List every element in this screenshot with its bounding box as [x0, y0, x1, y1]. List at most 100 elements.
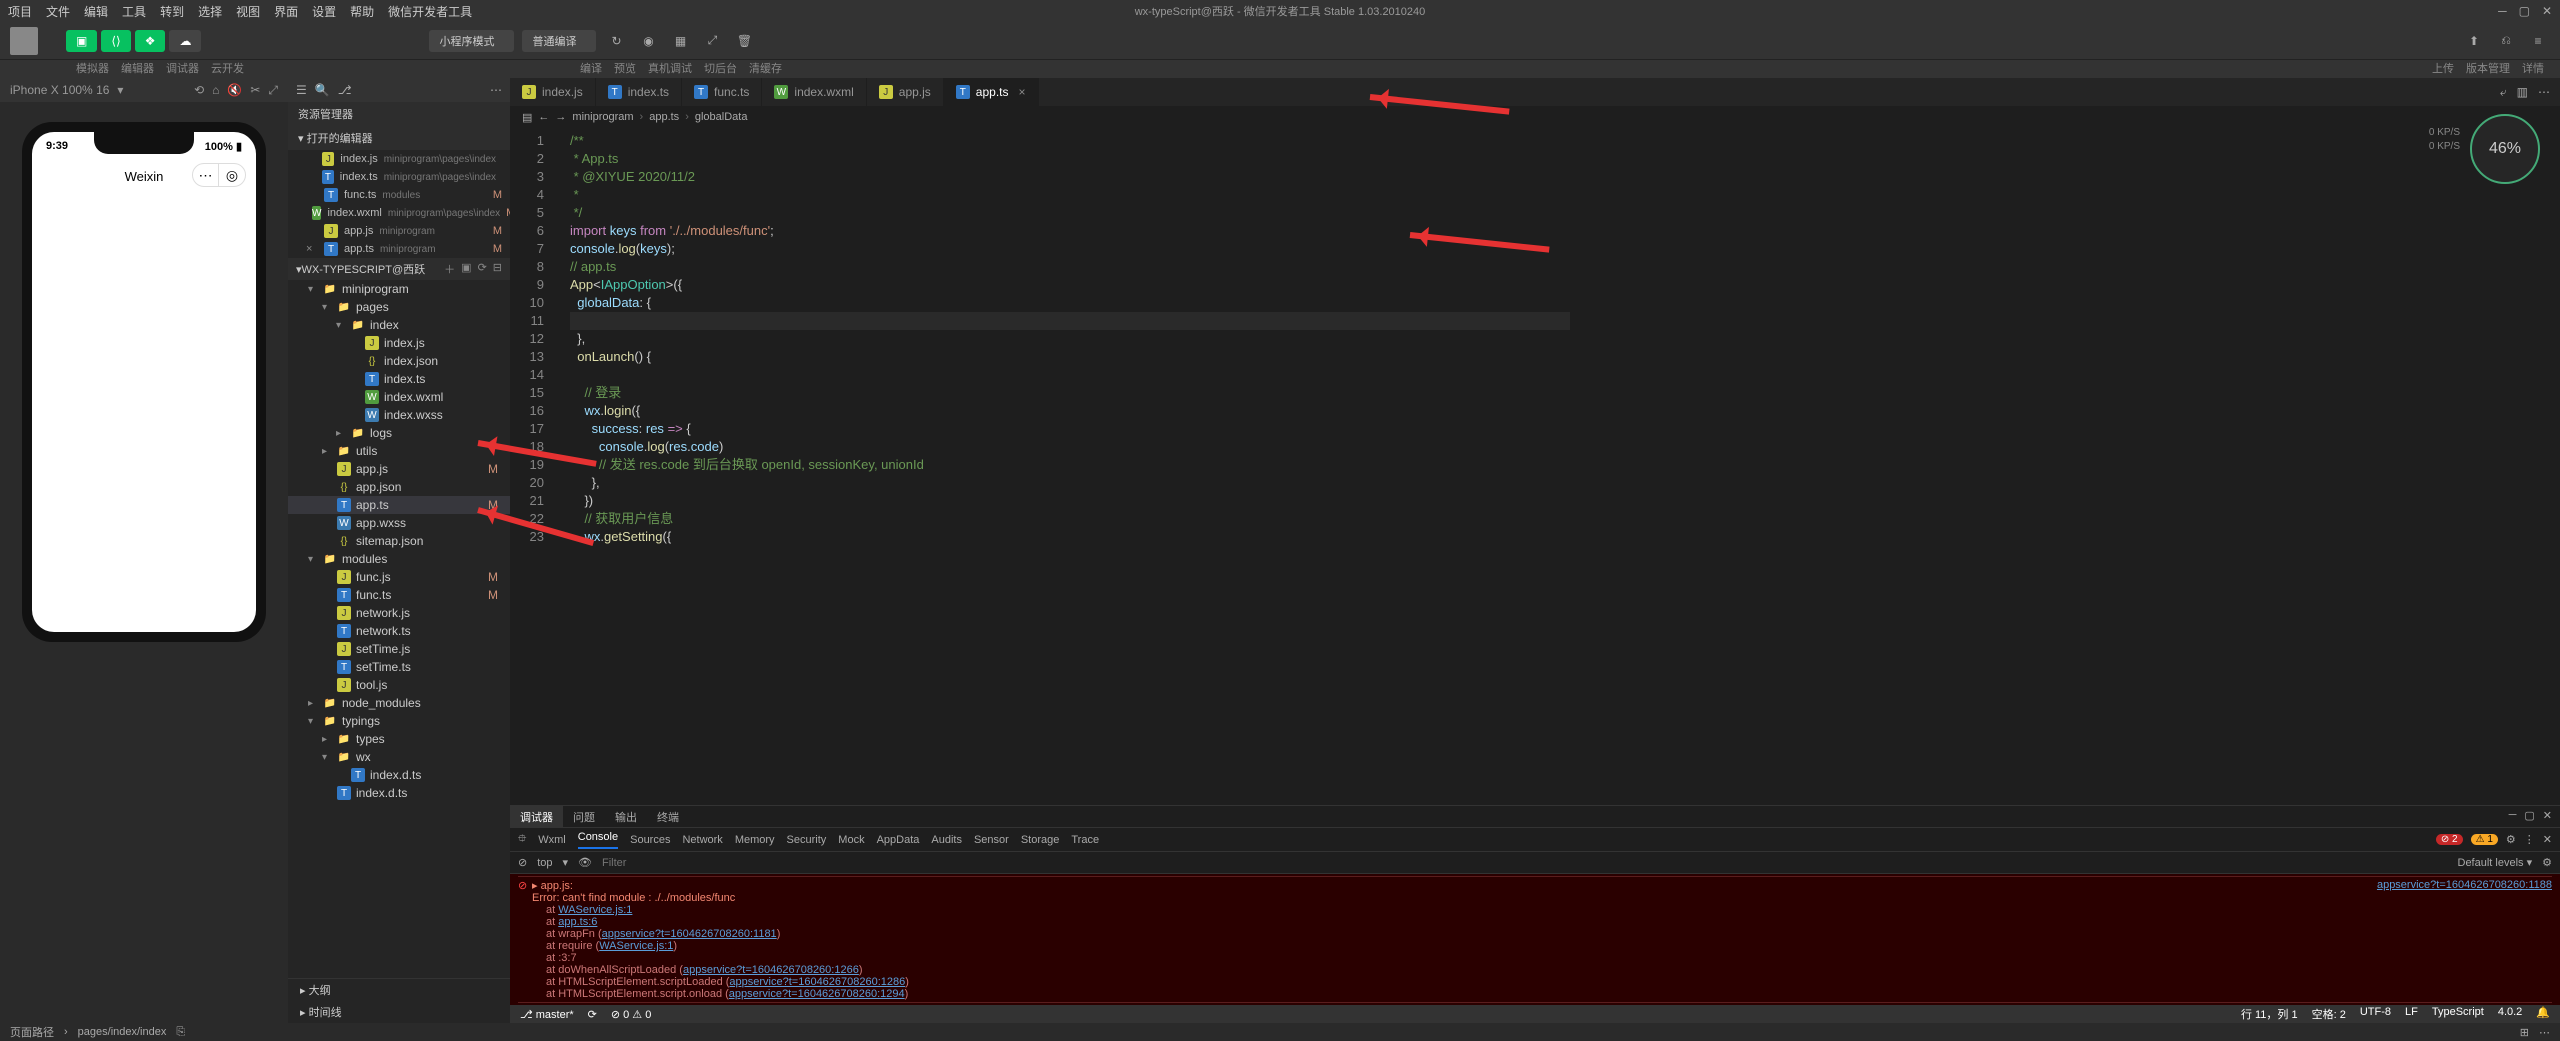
scene-icon[interactable]: ⊞	[2520, 1026, 2529, 1039]
new-file-icon[interactable]: ＋	[444, 261, 455, 277]
menu-icon[interactable]: ☰	[296, 83, 307, 97]
tree-item[interactable]: {}app.json	[288, 478, 510, 496]
copy-icon[interactable]: ⎘	[176, 1026, 185, 1039]
rotate-icon[interactable]: ⟲	[194, 83, 204, 97]
split-icon[interactable]: ▥	[2517, 85, 2528, 99]
open-editor-item[interactable]: ×Tapp.ts miniprogramM	[288, 240, 510, 258]
tree-item[interactable]: Jnetwork.js	[288, 604, 510, 622]
mode-dropdown[interactable]: 小程序模式	[429, 30, 514, 52]
git-sync[interactable]: ⟳	[588, 1008, 597, 1021]
mute-icon[interactable]: 🔇	[227, 83, 242, 97]
version-button[interactable]: ⎌	[2494, 29, 2518, 53]
open-editors-header[interactable]: ▾ 打开的编辑器	[288, 126, 510, 150]
menu-项目[interactable]: 项目	[8, 3, 32, 20]
compile-button[interactable]: ↻	[604, 29, 628, 53]
tree-item[interactable]: ▾📁pages	[288, 298, 510, 316]
devtools-subtab-Mock[interactable]: Mock	[838, 834, 864, 846]
tree-item[interactable]: ▾📁modules	[288, 550, 510, 568]
tree-item[interactable]: JsetTime.js	[288, 640, 510, 658]
minimize-icon[interactable]: ─	[2498, 4, 2507, 18]
eye-icon[interactable]: 👁	[578, 856, 592, 869]
close-icon[interactable]: ✕	[2542, 4, 2552, 18]
devtools-subtab-AppData[interactable]: AppData	[877, 834, 920, 846]
nav-fwd-icon[interactable]: →	[555, 111, 566, 123]
tab-app.js[interactable]: Japp.js	[867, 78, 944, 106]
console-output[interactable]: ⊘appservice?t=1604626708260:1188▸ app.js…	[510, 874, 2560, 1005]
devtools-tab-终端[interactable]: 终端	[647, 806, 689, 827]
tree-item[interactable]: Jfunc.jsM	[288, 568, 510, 586]
filter-input[interactable]	[602, 857, 744, 869]
menu-设置[interactable]: 设置	[312, 3, 336, 20]
remote-debug-button[interactable]: ▦	[668, 29, 692, 53]
refresh-icon[interactable]: ⟳	[478, 261, 487, 277]
more-icon[interactable]: ⋯	[490, 83, 502, 97]
devtools-subtab-Security[interactable]: Security	[787, 834, 827, 846]
git-branch[interactable]: ⎇ master*	[520, 1008, 574, 1021]
status-item[interactable]: TypeScript	[2432, 1006, 2484, 1022]
devtools-subtab-Memory[interactable]: Memory	[735, 834, 775, 846]
tree-item[interactable]: {}sitemap.json	[288, 532, 510, 550]
tree-item[interactable]: ▸📁node_modules	[288, 694, 510, 712]
error-count[interactable]: ⊘ 2	[2436, 834, 2463, 845]
capsule-close-icon[interactable]: ◎	[219, 164, 245, 186]
more-bottom-icon[interactable]: ⋯	[2539, 1026, 2550, 1039]
home-icon[interactable]: ⌂	[212, 83, 219, 97]
devtools-subtab-Sources[interactable]: Sources	[630, 834, 670, 846]
tree-item[interactable]: Windex.wxml	[288, 388, 510, 406]
inspect-icon[interactable]: ⯐	[518, 830, 526, 849]
context-dropdown[interactable]: top	[537, 857, 552, 869]
device-selector[interactable]: iPhone X 100% 16	[10, 83, 109, 97]
tab-app.ts[interactable]: Tapp.ts×	[944, 78, 1039, 106]
open-editor-item[interactable]: Jindex.js miniprogram\pages\index	[288, 150, 510, 168]
tree-item[interactable]: Tindex.d.ts	[288, 766, 510, 784]
menu-微信开发者工具[interactable]: 微信开发者工具	[388, 3, 472, 20]
devtools-tab-输出[interactable]: 输出	[605, 806, 647, 827]
path-value[interactable]: pages/index/index	[78, 1026, 167, 1038]
menu-帮助[interactable]: 帮助	[350, 3, 374, 20]
open-editor-item[interactable]: Tindex.ts miniprogram\pages\index	[288, 168, 510, 186]
avatar[interactable]	[10, 27, 38, 55]
status-item[interactable]: 🔔	[2536, 1006, 2550, 1022]
debugger-toggle[interactable]: ❖	[135, 30, 166, 52]
new-folder-icon[interactable]: ▣	[461, 261, 471, 277]
clear-console-icon[interactable]: ⊘	[518, 856, 527, 869]
maximize-panel-icon[interactable]: ▢	[2524, 809, 2534, 824]
levels-dropdown[interactable]: Default levels ▾	[2458, 856, 2533, 869]
problems-indicator[interactable]: ⊘ 0 ⚠ 0	[611, 1008, 651, 1021]
outline-section[interactable]: ▸ 大纲	[288, 979, 510, 1001]
open-editor-item[interactable]: Windex.wxml miniprogram\pages\indexM	[288, 204, 510, 222]
status-item[interactable]: LF	[2405, 1006, 2418, 1022]
warn-count[interactable]: ⚠ 1	[2471, 834, 2498, 845]
timeline-section[interactable]: ▸ 时间线	[288, 1001, 510, 1023]
breadcrumb[interactable]: ▤ ← → miniprogram› app.ts› globalData	[510, 106, 2560, 128]
tree-item[interactable]: Japp.jsM	[288, 460, 510, 478]
compile-dropdown[interactable]: 普通编译	[522, 30, 596, 52]
menu-编辑[interactable]: 编辑	[84, 3, 108, 20]
tab-func.ts[interactable]: Tfunc.ts	[682, 78, 762, 106]
capsule-menu-icon[interactable]: ⋯	[193, 164, 219, 186]
settings-icon[interactable]: ⚙	[2506, 833, 2516, 846]
tree-item[interactable]: ▸📁types	[288, 730, 510, 748]
tree-item[interactable]: Tfunc.tsM	[288, 586, 510, 604]
devtools-subtab-Console[interactable]: Console	[578, 831, 618, 849]
status-item[interactable]: 4.0.2	[2498, 1006, 2522, 1022]
menu-文件[interactable]: 文件	[46, 3, 70, 20]
devtools-subtab-Wxml[interactable]: Wxml	[538, 834, 566, 846]
open-editor-item[interactable]: Japp.js miniprogramM	[288, 222, 510, 240]
tab-index.js[interactable]: Jindex.js	[510, 78, 596, 106]
dock-icon[interactable]: ⋮	[2524, 833, 2535, 846]
tree-item[interactable]: Jtool.js	[288, 676, 510, 694]
menu-工具[interactable]: 工具	[122, 3, 146, 20]
preview-button[interactable]: ◉	[636, 29, 660, 53]
status-item[interactable]: 空格: 2	[2312, 1006, 2346, 1022]
tree-item[interactable]: ▾📁typings	[288, 712, 510, 730]
tree-item[interactable]: Jindex.js	[288, 334, 510, 352]
clear-cache-button[interactable]: 🗑	[732, 29, 756, 53]
wrap-icon[interactable]: ⤶	[2500, 85, 2507, 100]
devtools-tab-问题[interactable]: 问题	[563, 806, 605, 827]
menu-界面[interactable]: 界面	[274, 3, 298, 20]
tree-item[interactable]: TsetTime.ts	[288, 658, 510, 676]
status-item[interactable]: UTF-8	[2360, 1006, 2391, 1022]
console-settings-icon[interactable]: ⚙	[2542, 856, 2552, 869]
status-item[interactable]: 行 11，列 1	[2241, 1006, 2298, 1022]
